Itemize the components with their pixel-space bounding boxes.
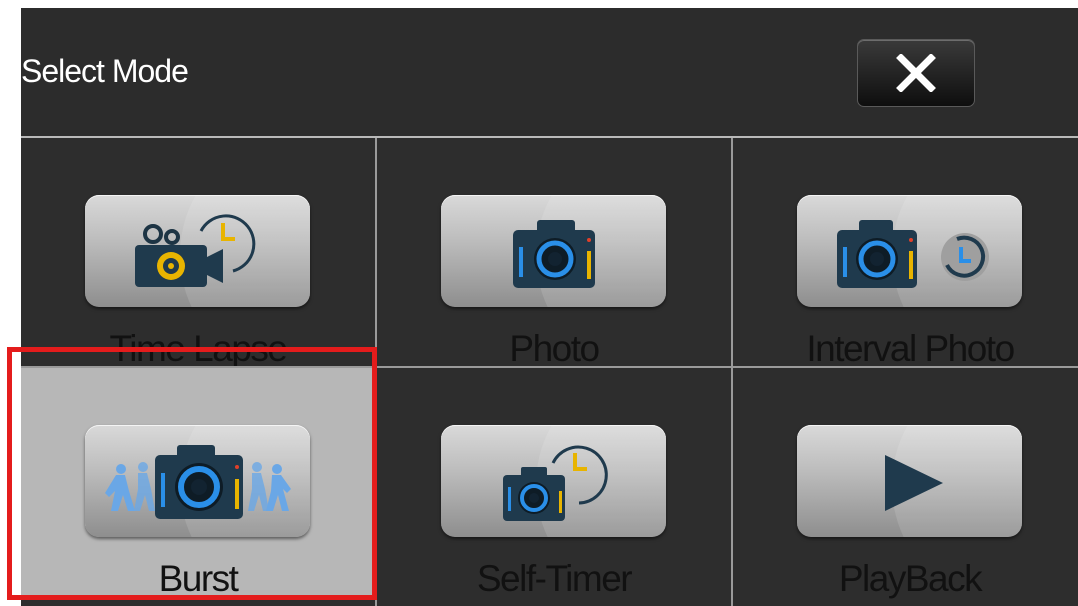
close-button[interactable] (857, 39, 975, 107)
time-lapse-button[interactable] (85, 195, 310, 307)
mode-playback[interactable]: PlayBack (733, 368, 1078, 599)
mode-self-timer[interactable]: Self-Timer (377, 368, 731, 599)
close-icon (896, 54, 936, 92)
grid-divider (21, 366, 1078, 368)
mode-label: Burst (158, 558, 239, 599)
mode-photo[interactable]: Photo (377, 138, 731, 369)
page-title: Select Mode (21, 53, 189, 89)
mode-time-lapse[interactable]: Time Lapse (21, 138, 375, 369)
playback-button[interactable] (797, 425, 1022, 537)
mode-interval-photo[interactable]: Interval Photo (733, 138, 1078, 369)
mode-label: Interval Photo (806, 328, 1015, 369)
interval-photo-button[interactable] (797, 195, 1022, 307)
burst-button[interactable] (85, 425, 310, 537)
interval-camera-icon (837, 220, 989, 288)
camera-icon (513, 220, 595, 288)
mode-select-screen: Select Mode Time Lapse Photo Interval Ph… (21, 8, 1078, 606)
timelapse-icon (135, 214, 256, 287)
mode-label: Time Lapse (109, 328, 288, 369)
photo-button[interactable] (441, 195, 666, 307)
header-bar: Select Mode (21, 8, 1078, 138)
self-timer-button[interactable] (441, 425, 666, 537)
mode-burst[interactable]: Burst (21, 368, 375, 599)
grid-divider (731, 138, 733, 606)
mode-label: Self-Timer (476, 558, 633, 599)
burst-icon (105, 445, 291, 519)
mode-label: Photo (509, 328, 600, 369)
mode-label: PlayBack (838, 558, 983, 599)
self-timer-icon (503, 445, 608, 521)
grid-divider (375, 138, 377, 606)
play-icon (885, 455, 943, 511)
